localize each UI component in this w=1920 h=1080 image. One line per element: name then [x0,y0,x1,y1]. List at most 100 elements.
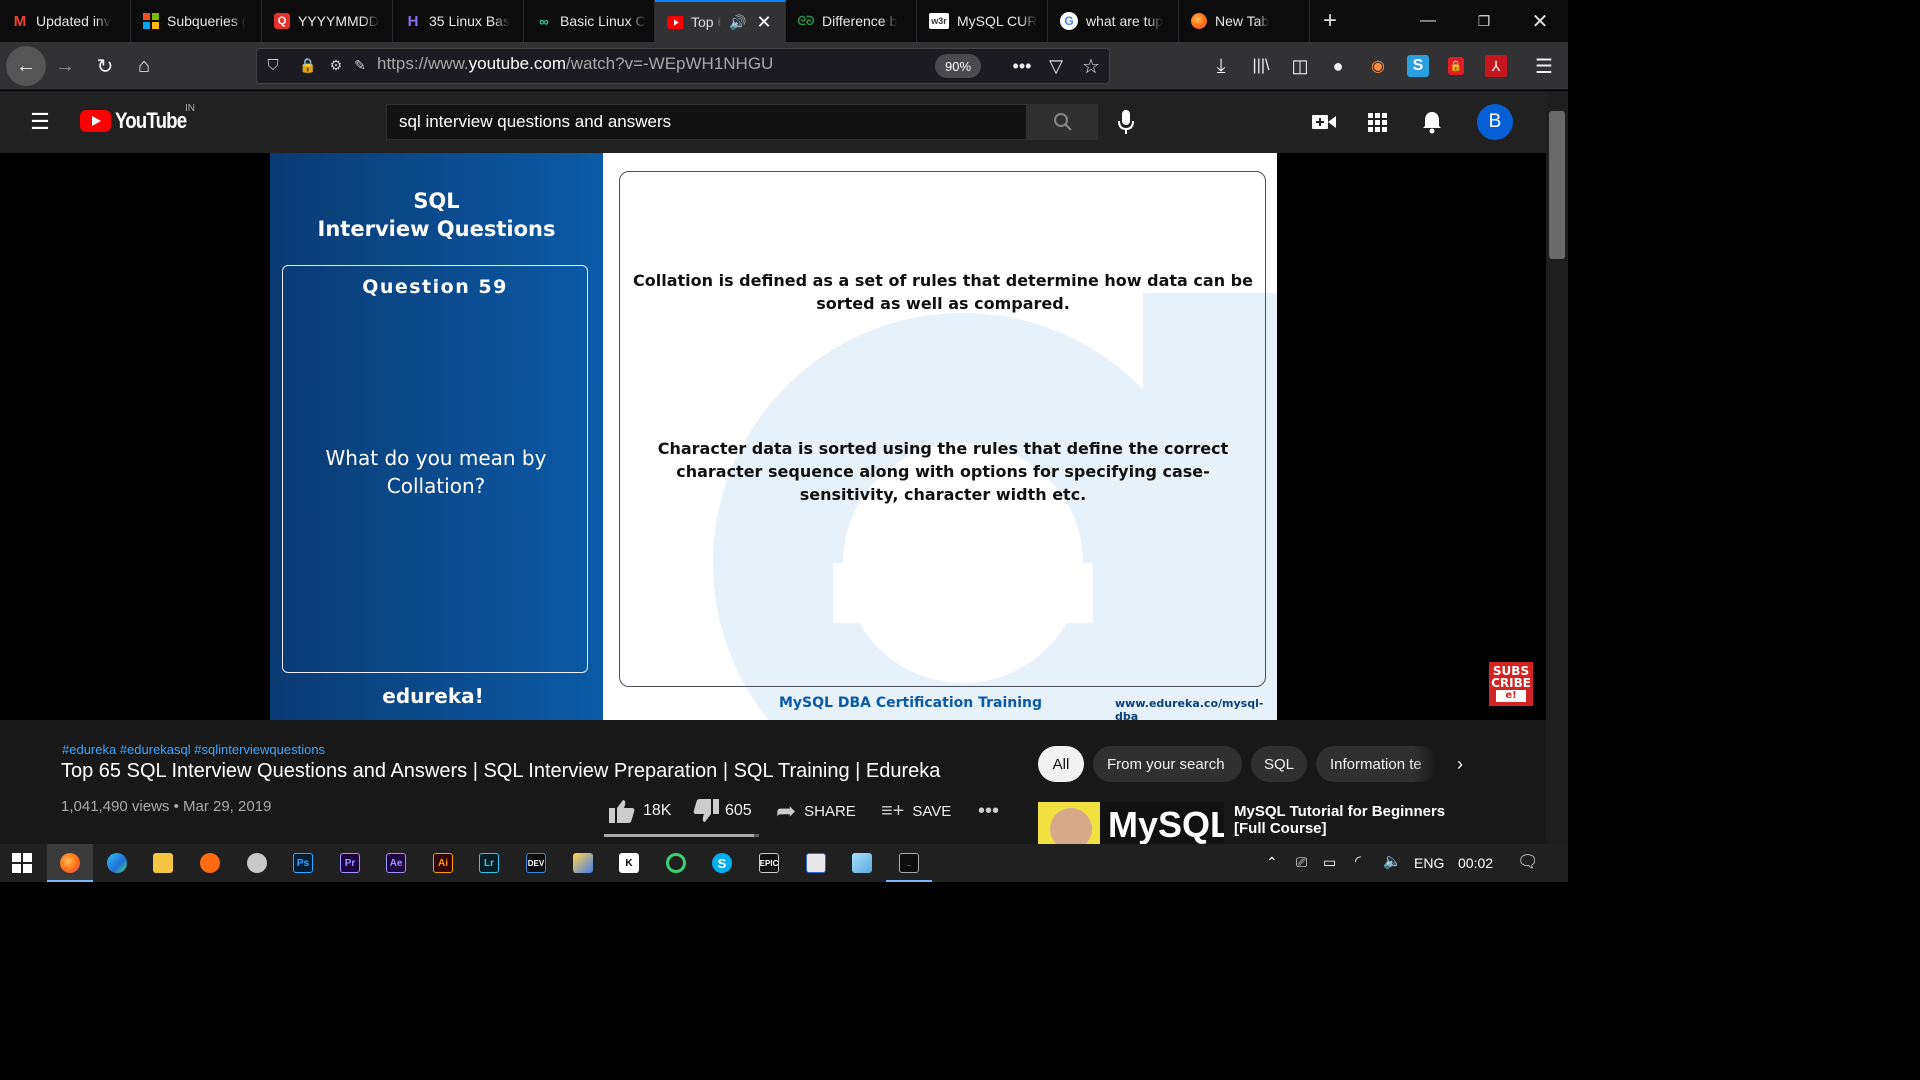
pocket-icon[interactable]: ▽ [1038,48,1074,84]
guide-menu-icon[interactable]: ☰ [28,109,52,134]
notification-center-icon[interactable]: 🗨 [1517,852,1539,872]
minimize-icon[interactable]: — [1400,0,1456,42]
notifications-bell-icon[interactable] [1420,110,1444,134]
tab-difference[interactable]: ᘓᘐ Difference b [786,0,917,42]
speaker-icon[interactable]: 🔊 [729,14,746,31]
save-button[interactable]: ≡+ SAVE [881,798,951,824]
volume-icon[interactable]: 🔈 [1383,852,1402,870]
reload-icon[interactable]: ↻ [87,48,123,84]
tab-new-tab[interactable]: New Tab [1179,0,1310,42]
recommended-thumbnail[interactable]: MySQL [1038,802,1224,844]
chevron-right-icon[interactable]: › [1448,752,1472,776]
permissions-icon[interactable]: ⚙ [326,55,346,75]
close-window-icon[interactable]: ✕ [1512,0,1568,42]
tab-basic-linux[interactable]: ∞ Basic Linux C [524,0,655,42]
after-effects-icon[interactable]: Ae [386,853,406,873]
bookmark-star-icon[interactable]: ☆ [1073,48,1109,84]
tab-label: Basic Linux C [560,13,646,29]
clock[interactable]: 00:02 [1458,855,1493,871]
sticky-app-icon[interactable] [852,853,872,873]
subscribe-watermark[interactable]: SUBS CRIBE e! [1489,662,1533,706]
premiere-icon[interactable]: Pr [340,853,360,873]
lightroom-icon[interactable]: Lr [479,853,499,873]
search-button[interactable] [1027,104,1098,140]
sidebar-icon[interactable]: ◫ [1282,48,1318,84]
back-arrow-icon[interactable]: ← [6,46,46,86]
s-extension-icon[interactable]: S [1400,48,1436,84]
gmail-icon: M [13,12,27,30]
tab-label: Subqueries ( [167,13,247,29]
epic-games-icon[interactable]: EPIC [759,853,779,873]
tab-gmail[interactable]: M Updated inv [0,0,131,42]
slide-left-panel: SQL Interview Questions Question 59 What… [270,153,603,720]
more-actions-icon[interactable]: ••• [978,798,999,824]
tab-subqueries[interactable]: Subqueries ( [131,0,262,42]
lock-extension-icon[interactable]: 🔒 [1438,48,1474,84]
tray-chevron-up-icon[interactable]: ⌃ [1266,854,1278,871]
home-icon[interactable]: ⌂ [126,48,162,84]
firefox-taskbar-icon[interactable] [60,853,80,873]
battery-icon[interactable]: ▭ [1323,854,1336,871]
scrollbar-thumb[interactable] [1549,111,1565,259]
restore-icon[interactable]: ❐ [1456,0,1512,42]
green-ring-icon[interactable] [666,853,686,873]
menu-hamburger-icon[interactable]: ☰ [1526,48,1562,84]
tab-google-search[interactable]: G what are tup [1048,0,1179,42]
microphone-icon[interactable] [1113,109,1139,135]
photoshop-icon[interactable]: Ps [293,853,313,873]
account-icon[interactable]: ● [1320,48,1356,84]
recommended-title-line-2: [Full Course] [1234,820,1327,837]
dev-cpp-icon[interactable]: DEV [526,853,546,873]
forward-arrow-icon[interactable]: → [47,48,83,84]
illustrator-icon[interactable]: Ai [433,853,453,873]
share-button[interactable]: ➦ SHARE [776,797,856,825]
site-icon: ∞ [539,13,549,29]
file-explorer-icon[interactable] [153,853,173,873]
recommended-title[interactable]: MySQL Tutorial for Beginners [Full Cours… [1234,803,1445,837]
download-icon[interactable]: ⤓ [1203,48,1239,84]
chip-sql[interactable]: SQL [1251,746,1307,782]
skype-icon[interactable]: S [712,853,732,873]
kali-icon[interactable]: K [619,853,639,873]
recommended-title-line-1: MySQL Tutorial for Beginners [1234,803,1446,820]
tray-device-icon[interactable]: ⎚ [1296,854,1307,871]
question-number: Question 59 [362,276,508,298]
url-text[interactable]: https://www.youtube.com/watch?v=-WEpWH1N… [377,54,773,74]
virtualbox-icon[interactable] [573,853,593,873]
zoom-badge[interactable]: 90% [935,54,981,78]
close-tab-icon[interactable]: ✕ [756,12,771,33]
notepad-icon[interactable] [806,853,826,873]
extension-icon[interactable]: ◉ [1360,48,1396,84]
terminal-icon[interactable]: _ [899,853,919,873]
create-video-icon[interactable] [1312,110,1336,134]
library-icon[interactable]: |||\ [1243,48,1279,84]
sentiment-bar [604,834,759,837]
windows-start-icon[interactable] [12,853,32,873]
lock-icon[interactable]: 🔒 [299,55,317,75]
language-indicator[interactable]: ENG [1414,855,1444,871]
apps-grid-icon[interactable] [1365,110,1389,134]
tab-youtube-active[interactable]: Top 6 🔊 ✕ [655,0,786,42]
crunchyroll-icon[interactable] [200,853,220,873]
tab-linux-basics[interactable]: H 35 Linux Bas [393,0,524,42]
edit-icon[interactable]: ✎ [350,55,370,75]
page-actions-icon[interactable]: ••• [1004,48,1040,84]
chip-from-your-search[interactable]: From your search [1093,746,1242,782]
avatar[interactable]: B [1477,104,1513,140]
hashtags[interactable]: #edureka #edurekasql #sqlinterviewquesti… [62,742,325,757]
tab-mysql-cursor[interactable]: w3r MySQL CUR [917,0,1048,42]
shield-icon[interactable]: ⛉ [263,55,283,75]
share-arrow-icon: ➦ [776,797,797,825]
chip-information[interactable]: Information te [1316,746,1438,782]
pdf-extension-icon[interactable]: ⅄ [1478,48,1514,84]
new-tab-plus-icon[interactable]: + [1305,0,1355,42]
wifi-icon[interactable]: ◜ [1355,852,1361,870]
search-input[interactable]: sql interview questions and answers [386,104,1027,140]
chip-all[interactable]: All [1038,746,1084,782]
tab-yyyymmdd[interactable]: Q YYYYMMDD [262,0,393,42]
edge-icon[interactable] [107,853,127,873]
app-brain-icon[interactable] [247,853,267,873]
like-button[interactable]: 18K [608,798,671,824]
youtube-logo[interactable]: YouTube [80,108,199,134]
dislike-button[interactable]: 605 [692,798,752,824]
